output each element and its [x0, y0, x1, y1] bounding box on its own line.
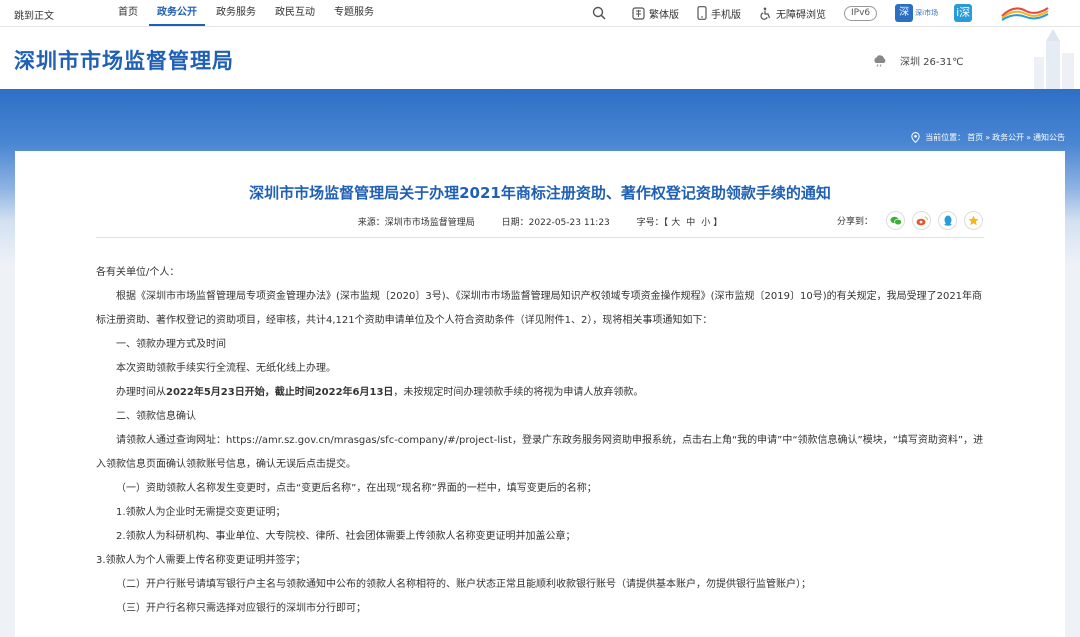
share-bar: 分享到：: [837, 211, 984, 230]
wechat-icon: [890, 216, 902, 225]
font-size-bracket-close: 】: [713, 218, 723, 228]
article-body: 各有关单位/个人： 根据《深圳市市场监督管理局专项资金管理办法》(深市监规〔20…: [96, 261, 988, 621]
share-weibo-button[interactable]: [912, 211, 932, 230]
nav-home[interactable]: 首页: [110, 0, 146, 26]
search-button[interactable]: [592, 6, 610, 20]
breadcrumb-separator: »: [985, 133, 991, 142]
paragraph-bank-account: （二）开户行账号请填写银行户主名与领款通知中公布的领款人名称相符的、账户状态正常…: [116, 579, 811, 590]
city-skyline-illustration: [1034, 29, 1074, 89]
font-size-bracket-open: 【: [663, 218, 669, 228]
paragraph-bank-branch: （三）开户行名称只需选择对应银行的深圳市分行即可；: [116, 603, 366, 614]
traditional-chinese-button[interactable]: 繁体版: [632, 6, 679, 21]
mobile-version-button[interactable]: 手机版: [697, 6, 741, 21]
cloud-rain-icon: [874, 54, 886, 67]
breadcrumb-separator: »: [1026, 133, 1031, 142]
timeframe-suffix: ，未按规定时间办理领款手续的将视为申请人放弃领款。: [393, 387, 644, 398]
nav-topics[interactable]: 专题服务: [326, 0, 382, 26]
paragraph-individual: 3.领款人为个人需要上传名称变更证明并签字；: [96, 555, 306, 566]
location-pin-icon: [911, 132, 920, 143]
font-size-control: 字号：【大中小】: [637, 218, 723, 228]
top-navigation-bar: 跳到正文 首页 政务公开 政务服务 政民互动 专题服务 繁体版 手机版 无障碍浏…: [0, 0, 1080, 27]
paragraph-online-process: 本次资助领款手续实行全流程、无纸化线上办理。: [116, 363, 336, 374]
qzone-star-icon: [968, 215, 979, 226]
paragraph-timeframe: 办理时间从2022年5月23日开始，截止时间2022年6月13日，未按规定时间办…: [96, 381, 988, 405]
paragraph-name-change: （一）资助领款人名称发生变更时，点击“变更后名称”，在出现“现名称”界面的一栏中…: [116, 483, 597, 494]
accessible-browsing-button[interactable]: 无障碍浏览: [759, 6, 826, 21]
date-value: 2022-05-23 11:23: [528, 218, 610, 228]
top-tools: 繁体版 手机版 无障碍浏览 IPv6 深 深i市场 i深: [592, 0, 990, 26]
share-label: 分享到：: [837, 217, 874, 227]
share-wechat-button[interactable]: [886, 211, 906, 230]
wheelchair-icon: [760, 7, 771, 20]
paragraph-institution: 2.领款人为科研机构、事业单位、大专院校、律所、社会团体需要上传领款人名称变更证…: [116, 531, 576, 542]
accessible-browsing-label: 无障碍浏览: [776, 9, 826, 21]
site-header: 深圳市市场监督管理局 深圳 26-31℃: [0, 27, 1080, 89]
qq-icon: [944, 215, 952, 226]
app-icon[interactable]: 深: [895, 4, 914, 22]
section-heading-2: 二、领款信息确认: [116, 411, 196, 422]
traditional-chinese-icon: [632, 6, 645, 20]
source-value: 深圳市市场监督管理局: [384, 218, 475, 228]
font-size-small[interactable]: 小: [701, 218, 710, 228]
breadcrumb-home[interactable]: 首页: [967, 132, 983, 143]
app-icon-label: 深i市场: [915, 9, 939, 17]
breadcrumb-gov-affairs-public[interactable]: 政务公开: [992, 132, 1024, 143]
paragraph-query-url: 请领款人通过查询网址：https://amr.sz.gov.cn/mrasgas…: [96, 435, 984, 470]
mobile-phone-icon: [697, 6, 707, 20]
skip-to-content-link[interactable]: 跳到正文: [14, 7, 54, 22]
breadcrumb-notices[interactable]: 通知公告: [1033, 132, 1065, 143]
meta-divider: [96, 237, 984, 238]
shenzhen-government-logo: [1001, 7, 1049, 21]
source-label: 来源：: [357, 218, 385, 228]
weibo-icon: [916, 216, 928, 225]
ipv6-badge: IPv6: [844, 5, 878, 21]
weather-widget: 深圳 26-31℃: [872, 53, 963, 68]
search-icon: [592, 6, 606, 20]
timeframe-prefix: 办理时间从: [116, 387, 166, 398]
nav-interaction[interactable]: 政民互动: [267, 0, 323, 26]
article-date: 日期：2022-05-23 11:23: [502, 218, 610, 228]
font-size-label: 字号：: [636, 218, 664, 228]
nav-gov-affairs-public[interactable]: 政务公开: [149, 0, 205, 26]
article-title: 深圳市市场监督管理局关于办理2021年商标注册资助、著作权登记资助领款手续的通知: [249, 184, 831, 202]
article-card: 深圳市市场监督管理局关于办理2021年商标注册资助、著作权登记资助领款手续的通知…: [15, 151, 1065, 637]
paragraph-company: 1.领款人为企业时无需提交变更证明；: [116, 507, 286, 518]
breadcrumb: 当前位置： 首页 » 政务公开 » 通知公告: [911, 132, 1066, 143]
traditional-chinese-label: 繁体版: [649, 9, 679, 21]
section-heading-1: 一、领款办理方式及时间: [116, 339, 226, 350]
share-qq-button[interactable]: [938, 211, 958, 230]
salutation: 各有关单位/个人：: [96, 267, 180, 278]
share-qzone-button[interactable]: [964, 211, 984, 230]
mobile-version-label: 手机版: [711, 9, 741, 21]
weather-text: 深圳 26-31℃: [900, 57, 964, 68]
nav-gov-services[interactable]: 政务服务: [208, 0, 264, 26]
article-source: 来源：深圳市市场监督管理局: [358, 218, 475, 228]
font-size-large[interactable]: 大: [671, 218, 680, 228]
main-nav: 首页 政务公开 政务服务 政民互动 专题服务: [110, 0, 385, 26]
intro-paragraph: 根据《深圳市市场监督管理局专项资金管理办法》(深市监规〔2020〕3号)、《深圳…: [96, 291, 983, 326]
site-title[interactable]: 深圳市市场监督管理局: [14, 45, 234, 75]
font-size-medium[interactable]: 中: [686, 218, 695, 228]
date-label: 日期：: [501, 218, 529, 228]
breadcrumb-prefix: 当前位置：: [925, 133, 966, 142]
i-shenzhen-app-icon[interactable]: i深: [954, 4, 973, 22]
timeframe-dates: 2022年5月23日开始，截止时间2022年6月13日: [166, 387, 394, 398]
